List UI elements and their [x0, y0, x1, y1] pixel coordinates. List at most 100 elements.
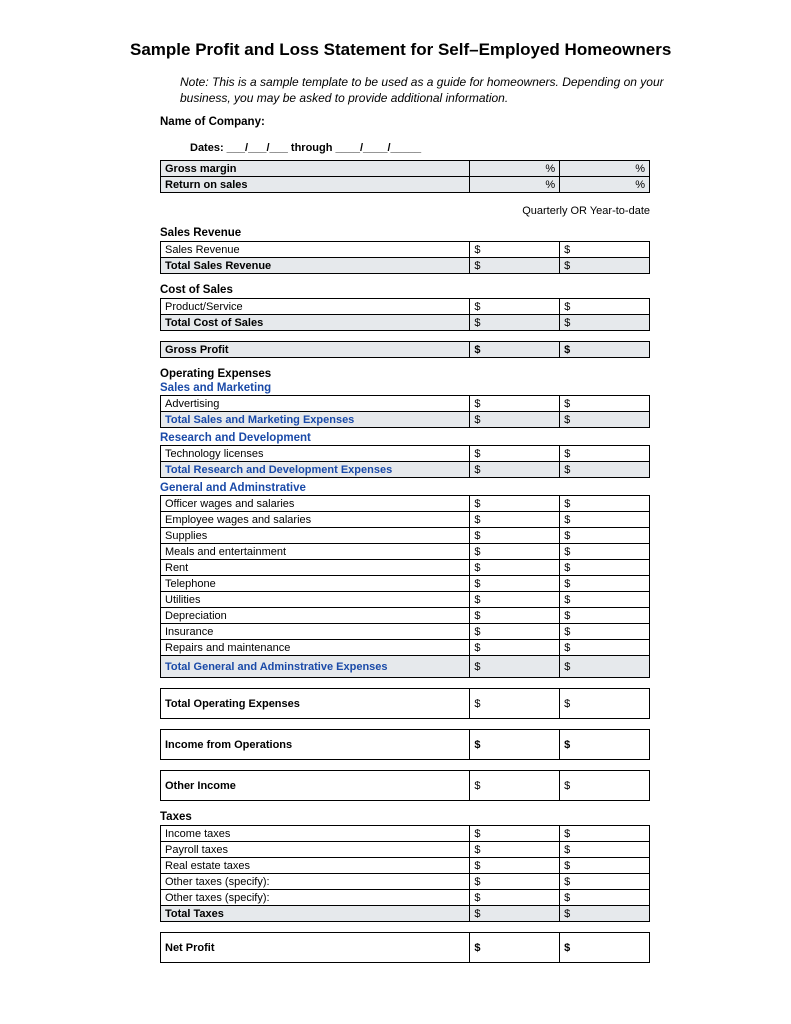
row-label: Supplies [161, 528, 470, 544]
section-heading: Sales Revenue [160, 227, 691, 239]
cell: $ [560, 342, 650, 358]
cell: $ [470, 689, 560, 719]
row-label: Employee wages and salaries [161, 512, 470, 528]
row-label: Total Taxes [161, 906, 470, 922]
row-label: Return on sales [161, 177, 470, 193]
cell: $ [560, 560, 650, 576]
income-ops-row: Income from Operations $ $ [160, 729, 650, 760]
margin-table: Gross margin % % Return on sales % % [160, 160, 650, 193]
row-label: Total Sales Revenue [161, 258, 470, 274]
row-label: Gross margin [161, 161, 470, 177]
cell: $ [560, 299, 650, 315]
row-label: Insurance [161, 624, 470, 640]
cell: $ [560, 592, 650, 608]
cell: $ [560, 446, 650, 462]
cell: $ [470, 656, 560, 678]
cell: $ [470, 462, 560, 478]
cell: $ [560, 496, 650, 512]
row-label: Meals and entertainment [161, 544, 470, 560]
cell: $ [560, 933, 650, 963]
cell: $ [470, 640, 560, 656]
cell: $ [470, 826, 560, 842]
cell: $ [470, 560, 560, 576]
cell: $ [470, 544, 560, 560]
row-label: Net Profit [161, 933, 470, 963]
cell: $ [560, 624, 650, 640]
cell: $ [560, 858, 650, 874]
rnd-table: Technology licenses $ $ Total Research a… [160, 445, 650, 478]
row-label: Officer wages and salaries [161, 496, 470, 512]
row-label: Rent [161, 560, 470, 576]
period-header: Quarterly OR Year-to-date [160, 205, 650, 217]
cell: $ [560, 640, 650, 656]
cell: $ [560, 576, 650, 592]
company-label: Name of Company: [160, 116, 691, 128]
cell: % [470, 177, 560, 193]
row-label: Utilities [161, 592, 470, 608]
gross-profit-row: Gross Profit $ $ [160, 341, 650, 358]
ga-table: Officer wages and salaries$$Employee wag… [160, 495, 650, 678]
cell: $ [470, 446, 560, 462]
cell: $ [560, 906, 650, 922]
cell: $ [560, 528, 650, 544]
cell: $ [560, 608, 650, 624]
row-label: Income from Operations [161, 730, 470, 760]
cell: $ [470, 906, 560, 922]
sub-heading: Sales and Marketing [160, 382, 691, 394]
cell: $ [560, 242, 650, 258]
cell: $ [560, 396, 650, 412]
page-title: Sample Profit and Loss Statement for Sel… [130, 40, 691, 60]
row-label: Total Operating Expenses [161, 689, 470, 719]
cell: $ [470, 496, 560, 512]
cell: $ [470, 771, 560, 801]
row-label: Product/Service [161, 299, 470, 315]
row-label: Sales Revenue [161, 242, 470, 258]
sales-revenue-table: Sales Revenue $ $ Total Sales Revenue $ … [160, 241, 650, 274]
row-label: Technology licenses [161, 446, 470, 462]
dates-line: Dates: ___/___/___ through ____/____/___… [190, 142, 691, 154]
cell: $ [560, 656, 650, 678]
cell: $ [560, 512, 650, 528]
row-label: Total Cost of Sales [161, 315, 470, 331]
cell: $ [560, 258, 650, 274]
cell: $ [560, 730, 650, 760]
sales-marketing-table: Advertising $ $ Total Sales and Marketin… [160, 395, 650, 428]
cell: $ [560, 842, 650, 858]
cell: $ [470, 315, 560, 331]
cell: $ [560, 771, 650, 801]
cell: % [470, 161, 560, 177]
cell: $ [470, 576, 560, 592]
cell: $ [470, 242, 560, 258]
section-heading: Cost of Sales [160, 284, 691, 296]
cell: $ [560, 826, 650, 842]
cost-of-sales-table: Product/Service $ $ Total Cost of Sales … [160, 298, 650, 331]
row-label: Advertising [161, 396, 470, 412]
section-heading: Operating Expenses [160, 368, 691, 380]
note-text: Note: This is a sample template to be us… [180, 74, 691, 106]
cell: $ [470, 874, 560, 890]
cell: $ [470, 512, 560, 528]
row-label: Other Income [161, 771, 470, 801]
cell: $ [470, 730, 560, 760]
cell: $ [470, 933, 560, 963]
row-label: Real estate taxes [161, 858, 470, 874]
taxes-table: Income taxes$$Payroll taxes$$Real estate… [160, 825, 650, 922]
row-label: Total Research and Development Expenses [161, 462, 470, 478]
section-heading: Taxes [160, 811, 691, 823]
row-label: Income taxes [161, 826, 470, 842]
sub-heading: Research and Development [160, 432, 691, 444]
net-profit-row: Net Profit $ $ [160, 932, 650, 963]
cell: $ [470, 890, 560, 906]
cell: $ [470, 608, 560, 624]
cell: $ [470, 858, 560, 874]
cell: $ [560, 412, 650, 428]
cell: $ [470, 624, 560, 640]
row-label: Gross Profit [161, 342, 470, 358]
cell: $ [470, 592, 560, 608]
cell: $ [560, 315, 650, 331]
cell: $ [470, 396, 560, 412]
cell: % [560, 161, 650, 177]
row-label: Other taxes (specify): [161, 874, 470, 890]
cell: $ [560, 689, 650, 719]
row-label: Telephone [161, 576, 470, 592]
